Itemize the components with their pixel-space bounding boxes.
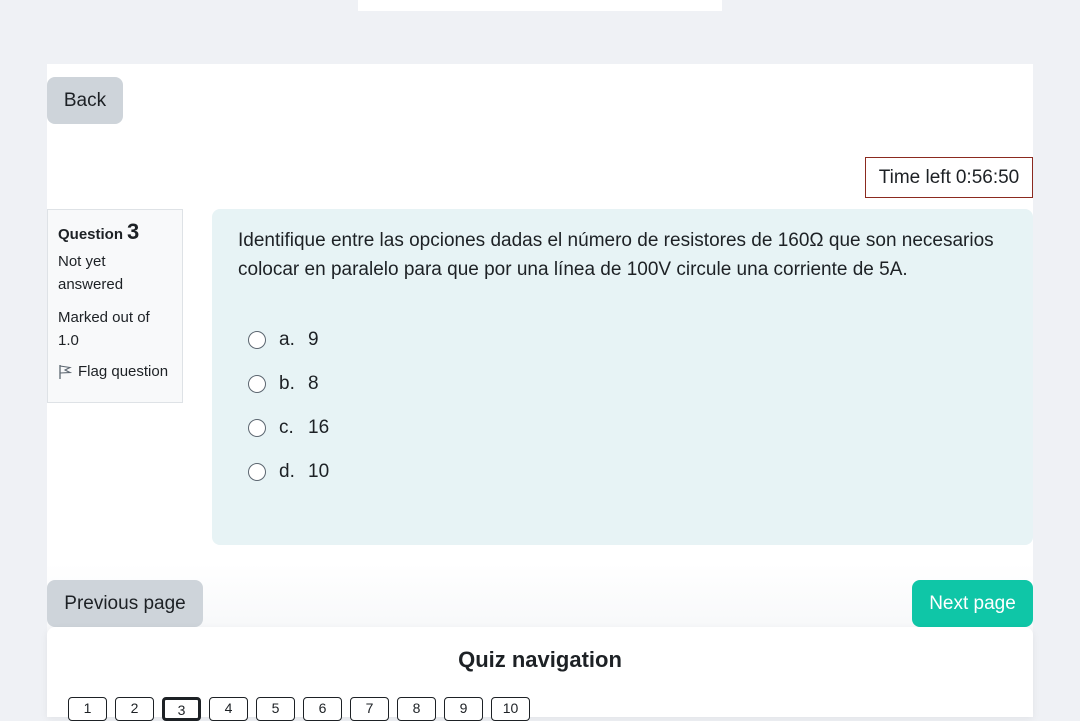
previous-page-button[interactable]: Previous page (47, 580, 203, 627)
quiz-navigation-buttons: 1 2 3 4 5 6 7 8 9 10 (68, 697, 530, 721)
flag-icon (59, 364, 72, 379)
quiz-nav-button[interactable]: 6 (303, 697, 342, 721)
radio-button[interactable] (248, 463, 266, 481)
quiz-nav-button[interactable]: 1 (68, 697, 107, 721)
question-grade: Marked out of 1.0 (58, 309, 150, 349)
answer-options: a. 9 b. 8 c. 16 d. 10 (238, 318, 1007, 494)
answer-option-c[interactable]: c. 16 (238, 406, 1007, 450)
radio-button[interactable] (248, 375, 266, 393)
question-number: 3 (127, 219, 140, 244)
quiz-nav-button-current[interactable]: 3 (162, 697, 201, 721)
answer-letter: a. (279, 329, 295, 350)
answer-option-b[interactable]: b. 8 (238, 362, 1007, 406)
question-number-heading: Question 3 (58, 220, 172, 246)
flag-question-label: Flag question (78, 363, 169, 380)
quiz-nav-button[interactable]: 4 (209, 697, 248, 721)
flag-question-link[interactable]: Flag question (58, 360, 172, 383)
question-text: Identifique entre las opciones dadas el … (238, 230, 994, 280)
answer-option-a[interactable]: a. 9 (238, 318, 1007, 362)
radio-button[interactable] (248, 331, 266, 349)
question-label: Question (58, 226, 124, 243)
question-state: Not yet answered (58, 253, 124, 293)
next-page-button[interactable]: Next page (912, 580, 1033, 627)
quiz-nav-button[interactable]: 2 (115, 697, 154, 721)
top-strip (358, 0, 722, 11)
radio-button[interactable] (248, 419, 266, 437)
answer-value: 9 (308, 329, 319, 350)
timer-label: Time left (878, 166, 951, 188)
quiz-navigation-title: Quiz navigation (458, 647, 622, 672)
quiz-timer: Time left 0:56:50 (865, 157, 1033, 198)
answer-letter: c. (279, 417, 294, 438)
answer-value: 10 (308, 461, 330, 482)
quiz-nav-button[interactable]: 5 (256, 697, 295, 721)
back-button[interactable]: Back (47, 77, 123, 124)
quiz-nav-button[interactable]: 8 (397, 697, 436, 721)
question-info: Question 3 Not yet answered Marked out o… (47, 209, 183, 403)
answer-option-d[interactable]: d. 10 (238, 450, 1007, 494)
quiz-nav-button[interactable]: 10 (491, 697, 530, 721)
timer-value: 0:56:50 (955, 166, 1020, 188)
answer-letter: d. (279, 461, 295, 482)
question-content: Identifique entre las opciones dadas el … (212, 209, 1033, 545)
quiz-nav-button[interactable]: 7 (350, 697, 389, 721)
quiz-nav-button[interactable]: 9 (444, 697, 483, 721)
answer-value: 8 (308, 373, 319, 394)
answer-value: 16 (308, 417, 330, 438)
answer-letter: b. (279, 373, 295, 394)
